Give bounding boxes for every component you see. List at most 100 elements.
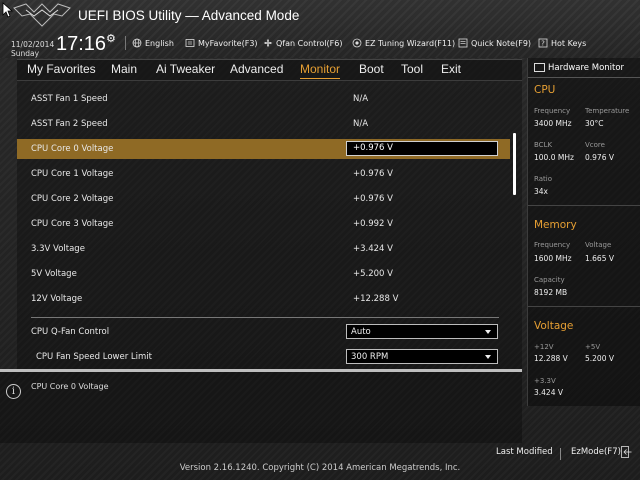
help-text: CPU Core 0 Voltage [31,382,109,391]
tab-tool[interactable]: Tool [401,62,423,76]
monitor-icon [534,63,545,72]
v33-value: 3.424 V [534,388,563,397]
qfan-control-label: Qfan Control(F6) [276,38,343,48]
globe-icon [132,38,142,48]
ez-tuning-wizard-label: EZ Tuning Wizard(F11) [365,38,456,48]
scrollbar[interactable] [513,133,518,195]
memory-voltage-label: Voltage [585,241,612,249]
select-value: 300 RPM [351,352,389,362]
item-label: 5V Voltage [31,269,77,279]
last-modified-button[interactable]: Last Modified [496,447,553,457]
memory-voltage-value: 1.665 V [585,254,614,263]
item-label: CPU Core 2 Voltage [31,194,114,204]
item-value: +0.976 V [353,169,393,179]
list-item[interactable]: CPU Core 3 Voltage +0.992 V [17,214,510,234]
day-text: Sunday [11,49,40,58]
cpu-qfan-control-select[interactable]: Auto [346,324,498,339]
cpu-frequency-label: Frequency [534,107,571,115]
cpu-heading: CPU [534,84,556,96]
item-label: ASST Fan 2 Speed [31,119,108,129]
item-value: +0.976 V [353,194,393,204]
vcore-value: 0.976 V [585,153,614,162]
item-label: 3.3V Voltage [31,244,85,254]
memory-frequency-label: Frequency [534,241,571,249]
capacity-label: Capacity [534,276,565,284]
mouse-cursor-icon [2,2,14,18]
cpu-temperature-label: Temperature [585,107,630,115]
hot-keys-button[interactable]: ? Hot Keys [538,38,586,48]
capacity-value: 8192 MB [534,288,568,297]
help-panel: i CPU Core 0 Voltage [0,369,522,443]
voltage-heading: Voltage [534,320,574,332]
hardware-monitor-panel: Hardware Monitor CPU Frequency Temperatu… [527,58,640,406]
list-item-selected[interactable]: CPU Core 0 Voltage +0.976 V [17,139,510,159]
top-bar: UEFI BIOS Utility — Advanced Mode 11/02/… [0,0,640,58]
select-value: Auto [351,327,371,337]
setting-row: CPU Fan Speed Lower Limit 300 RPM [17,347,510,367]
hardware-monitor-title: Hardware Monitor [548,63,625,73]
memory-frequency-value: 1600 MHz [534,254,572,263]
item-label: 12V Voltage [31,294,83,304]
memory-heading: Memory [534,219,577,231]
bclk-value: 100.0 MHz [534,153,574,162]
footer: Last Modified EzMode(F7) Version 2.16.12… [0,443,640,480]
ratio-value: 34x [534,187,548,196]
date-display: 11/02/2014 Sunday [11,40,54,58]
setting-row: CPU Q-Fan Control Auto [17,322,510,342]
cpu-qfan-control-label: CPU Q-Fan Control [31,327,110,337]
svg-text:?: ? [541,40,545,48]
list-item[interactable]: 5V Voltage +5.200 V [17,264,510,284]
tuning-wizard-icon [352,38,362,48]
list-item[interactable]: ASST Fan 1 Speed N/A [17,89,510,109]
app-title: UEFI BIOS Utility — Advanced Mode [78,8,300,23]
toolbar-divider [125,36,126,50]
item-value: +0.992 V [353,219,393,229]
list-item[interactable]: 12V Voltage +12.288 V [17,289,510,309]
hardware-monitor-header: Hardware Monitor [528,58,640,78]
list-item[interactable]: CPU Core 2 Voltage +0.976 V [17,189,510,209]
ezmode-button[interactable]: EzMode(F7) [571,447,621,457]
scrollbar-thumb[interactable] [513,133,516,195]
item-value: N/A [353,119,369,129]
section-divider [528,205,640,206]
ez-tuning-wizard-button[interactable]: EZ Tuning Wizard(F11) [352,38,455,48]
v12-label: +12V [534,343,554,351]
tuf-logo [13,3,71,27]
exit-icon[interactable] [621,446,632,458]
footer-divider [560,448,561,460]
item-value: +0.976 V [353,143,393,153]
language-button[interactable]: English [132,38,174,48]
copyright-text: Version 2.16.1240. Copyright (C) 2014 Am… [179,463,461,473]
list-item[interactable]: CPU Core 1 Voltage +0.976 V [17,164,510,184]
bclk-label: BCLK [534,141,553,149]
myfavorite-button[interactable]: MyFavorite(F3) [185,38,258,48]
quick-note-button[interactable]: Quick Note(F9) [458,38,531,48]
tab-ai-tweaker[interactable]: Ai Tweaker [156,62,215,76]
tab-exit[interactable]: Exit [441,62,461,76]
fan-icon [264,39,272,47]
gear-icon[interactable]: ⚙ [106,32,116,45]
section-divider [31,317,499,318]
list-item[interactable]: ASST Fan 2 Speed N/A [17,114,510,134]
tab-boot[interactable]: Boot [359,62,384,76]
language-label: English [145,38,174,48]
tab-my-favorites[interactable]: My Favorites [27,62,96,76]
v5-value: 5.200 V [585,354,614,363]
quick-note-label: Quick Note(F9) [471,38,532,48]
main-tabs: My Favorites Main Ai Tweaker Advanced Mo… [17,59,522,80]
help-icon: ? [538,38,548,48]
item-label: CPU Core 1 Voltage [31,169,114,179]
tab-monitor[interactable]: Monitor [300,62,341,79]
qfan-control-button[interactable]: Qfan Control(F6) [263,38,342,48]
tab-advanced[interactable]: Advanced [230,62,283,76]
v5-label: +5V [585,343,601,351]
ratio-label: Ratio [534,175,552,183]
info-icon: i [6,384,21,399]
cpu-fan-speed-lower-limit-select[interactable]: 300 RPM [346,349,498,364]
item-label: ASST Fan 1 Speed [31,94,108,104]
list-item[interactable]: 3.3V Voltage +3.424 V [17,239,510,259]
item-label: CPU Core 0 Voltage [31,144,114,154]
cpu-temperature-value: 30°C [585,119,604,128]
tab-main[interactable]: Main [111,62,137,76]
vcore-label: Vcore [585,141,605,149]
